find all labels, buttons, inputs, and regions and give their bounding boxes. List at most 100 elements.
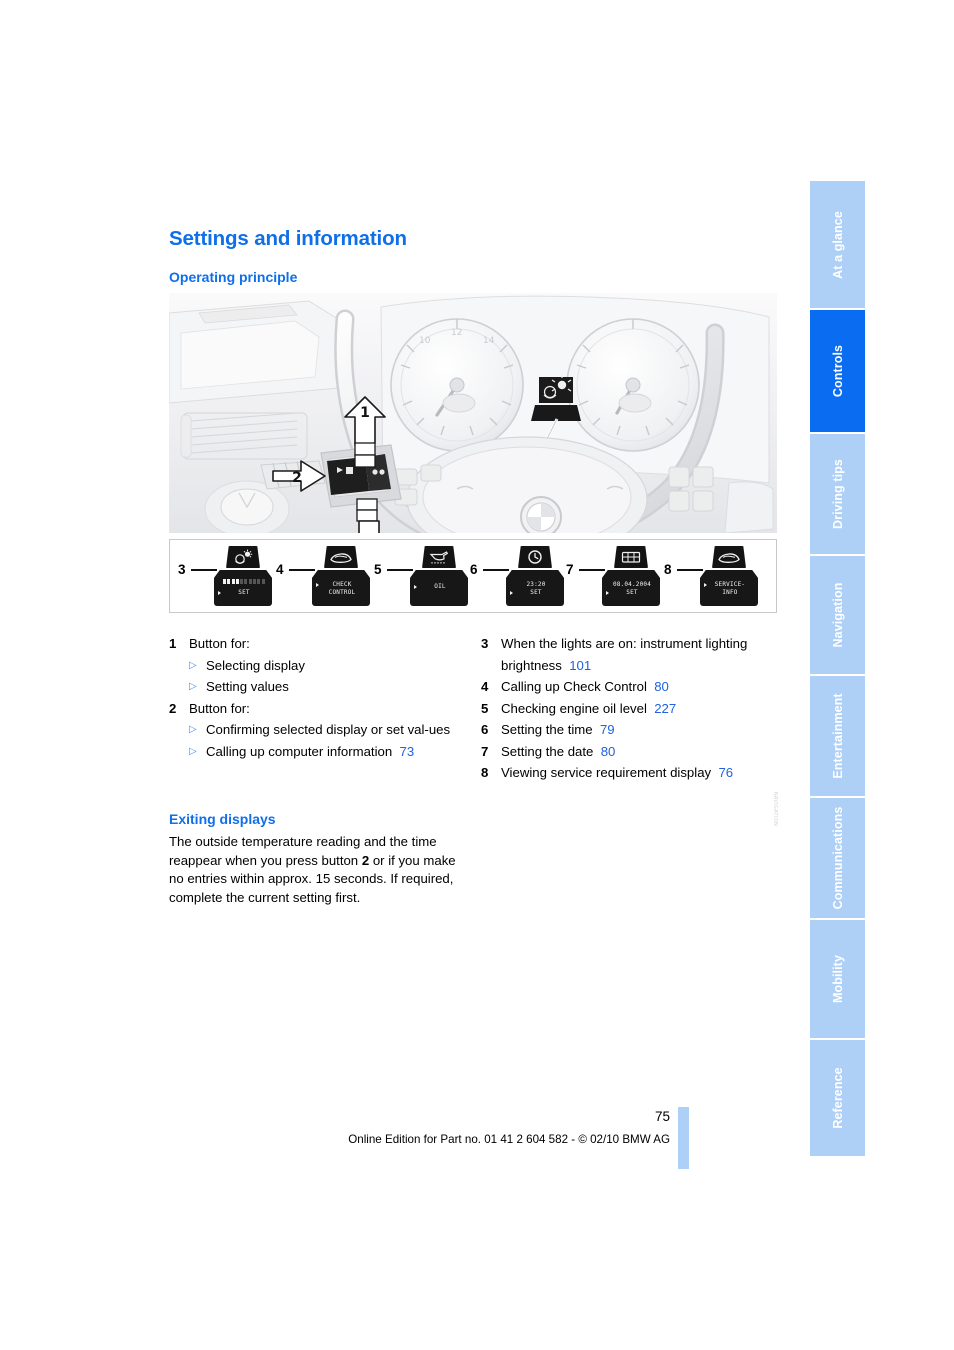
display-button-time: 23:20 SET [506,546,564,606]
figure-icon-4: 4 CHECK CONTROL [276,544,376,610]
display-screen: 23:20 SET [506,570,564,606]
svg-text:12: 12 [451,328,462,338]
figure-icon-4-number: 4 [276,562,284,577]
legend-label: Calling up Check Control 80 [501,676,781,698]
page-reference-link[interactable]: 73 [400,744,415,759]
display-text-check: CHECK [332,581,352,588]
brightness-bargraph [223,579,265,584]
page-number-bar [678,1107,689,1169]
sidebar-tab-driving-tips[interactable]: Driving tips [810,434,865,556]
page-reference-link[interactable]: 227 [654,701,676,716]
display-screen: SERVICE- INFO [700,570,758,606]
section-heading-operating-principle: Operating principle [169,269,298,285]
legend-subitem-2-1: ▷ Confirming selected display or set val… [189,719,459,741]
legend-item-6: 6 Setting the time 79 [481,719,781,741]
oil-can-icon [422,546,456,568]
figure-icon-6-number: 6 [470,562,478,577]
display-text-oil: OIL [434,583,446,590]
legend-number: 1 [169,636,177,651]
sidebar-tab-navigation[interactable]: Navigation [810,556,865,676]
legend-label: Button for: [189,636,250,651]
dashboard-illustration: 10 12 14 1 2 [169,293,777,533]
legend-label: Button for: [189,700,250,716]
manual-page: Settings and information Operating princ… [0,0,954,1350]
sidebar-tab-reference[interactable]: Reference [810,1040,865,1156]
legend-label: Viewing service requirement display 76 [501,762,781,784]
legend-subitem-label: Confirming selected display or set val‑u… [206,722,451,737]
calendar-icon [614,546,648,568]
page-title: Settings and information [169,227,407,250]
display-text-set: SET [626,589,638,596]
legend-number: 5 [481,700,489,716]
figure-icon-8-number: 8 [664,562,672,577]
display-screen: SET [214,570,272,606]
legend-number: 3 [481,636,489,651]
svg-text:1: 1 [360,405,370,421]
brightness-lamp-icon [226,546,260,568]
legend-text: Setting the date [501,743,594,759]
legend-item-3: 3 When the lights are on: instrument lig… [481,633,781,676]
sidebar-tab-label: At a glance [830,210,845,279]
legend-item-5: 5 Checking engine oil level 227 [481,698,781,720]
legend-number: 7 [481,743,489,759]
sidebar-tab-communications[interactable]: Communications [810,798,865,920]
figure-icon-8: 8 SERVICE- INFO [664,544,764,610]
legend-text: Setting the time [501,722,593,737]
figure-id-watermark: NAVIGATION [772,792,778,827]
sidebar-tab-mobility[interactable]: Mobility [810,920,865,1040]
page-reference-link[interactable]: 80 [601,744,616,759]
legend-number: 6 [481,722,489,737]
sidebar-tab-label: Communications [830,806,845,910]
display-text-service: SERVICE- [714,581,746,588]
legend-item-4: 4 Calling up Check Control 80 [481,676,781,698]
display-button-check-control: CHECK CONTROL [312,546,370,606]
legend-item-1: 1 Button for: [169,633,459,655]
figure-dashboard-controls: 10 12 14 1 2 3 SET 4 CHECK CONTROL 5 OIL… [169,293,778,826]
legend-subitem-text: Calling up computer information [206,743,393,759]
triangle-bullet-icon: ▷ [189,745,197,757]
svg-text:2: 2 [292,470,302,486]
chapter-tab-strip: At a glance Controls Driving tips Naviga… [810,181,865,1156]
legend-text: When the lights are on: instrument light… [501,636,748,673]
legend-subitem-label: Selecting display [206,657,305,673]
display-text-set: SET [530,589,542,596]
display-screen: CHECK CONTROL [312,570,370,606]
legend-subitem-2-2: ▷ Calling up computer information 73 [189,741,459,763]
page-reference-link[interactable]: 80 [654,679,669,694]
display-text-info: INFO [722,589,738,596]
triangle-bullet-icon: ▷ [189,681,197,692]
page-reference-link[interactable]: 79 [600,722,615,737]
figure-icon-3-number: 3 [178,562,186,577]
svg-text:14: 14 [483,336,495,346]
sidebar-tab-at-a-glance[interactable]: At a glance [810,181,865,310]
legend-item-8: 8 Viewing service requirement display 76 [481,762,781,784]
legend-item-2: 2 Button for: [169,698,459,720]
figure-icon-5-number: 5 [374,562,382,577]
sidebar-tab-controls[interactable]: Controls [810,310,865,434]
sidebar-tab-label: Entertainment [830,693,845,779]
legend-subitem-1-1: ▷ Selecting display [189,655,459,677]
legend-right-column: 3 When the lights are on: instrument lig… [481,633,781,784]
display-button-oil: OIL [410,546,468,606]
sidebar-tab-label: Controls [830,344,845,398]
legend-label: Setting the time 79 [501,719,781,741]
figure-icon-5: 5 OIL [374,544,474,610]
page-reference-link[interactable]: 101 [569,658,591,673]
sidebar-tab-entertainment[interactable]: Entertainment [810,676,865,798]
page-reference-link[interactable]: 76 [718,765,733,780]
display-button-service: SERVICE- INFO [700,546,758,606]
svg-text:10: 10 [419,336,431,346]
display-button-date: 08.04.2004 SET [602,546,660,606]
legend-label: Checking engine oil level 227 [501,698,781,720]
figure-icon-row: 3 SET 4 CHECK CONTROL 5 OIL 6 23:20 SET … [169,539,778,826]
display-text-date: 08.04.2004 [612,581,652,588]
legend-text: Checking engine oil level [501,700,647,716]
figure-icon-7: 7 08.04.2004 SET [566,544,666,610]
dashboard-svg: 101214 1 2 [169,293,777,533]
display-button-brightness: SET [214,546,272,606]
sidebar-tab-label: Navigation [830,582,845,648]
legend-subitem-1-2: ▷ Setting values [189,676,459,698]
triangle-bullet-icon: ▷ [189,659,197,671]
display-text-set: SET [238,589,250,596]
legend-text: Viewing service requirement display [501,765,712,780]
